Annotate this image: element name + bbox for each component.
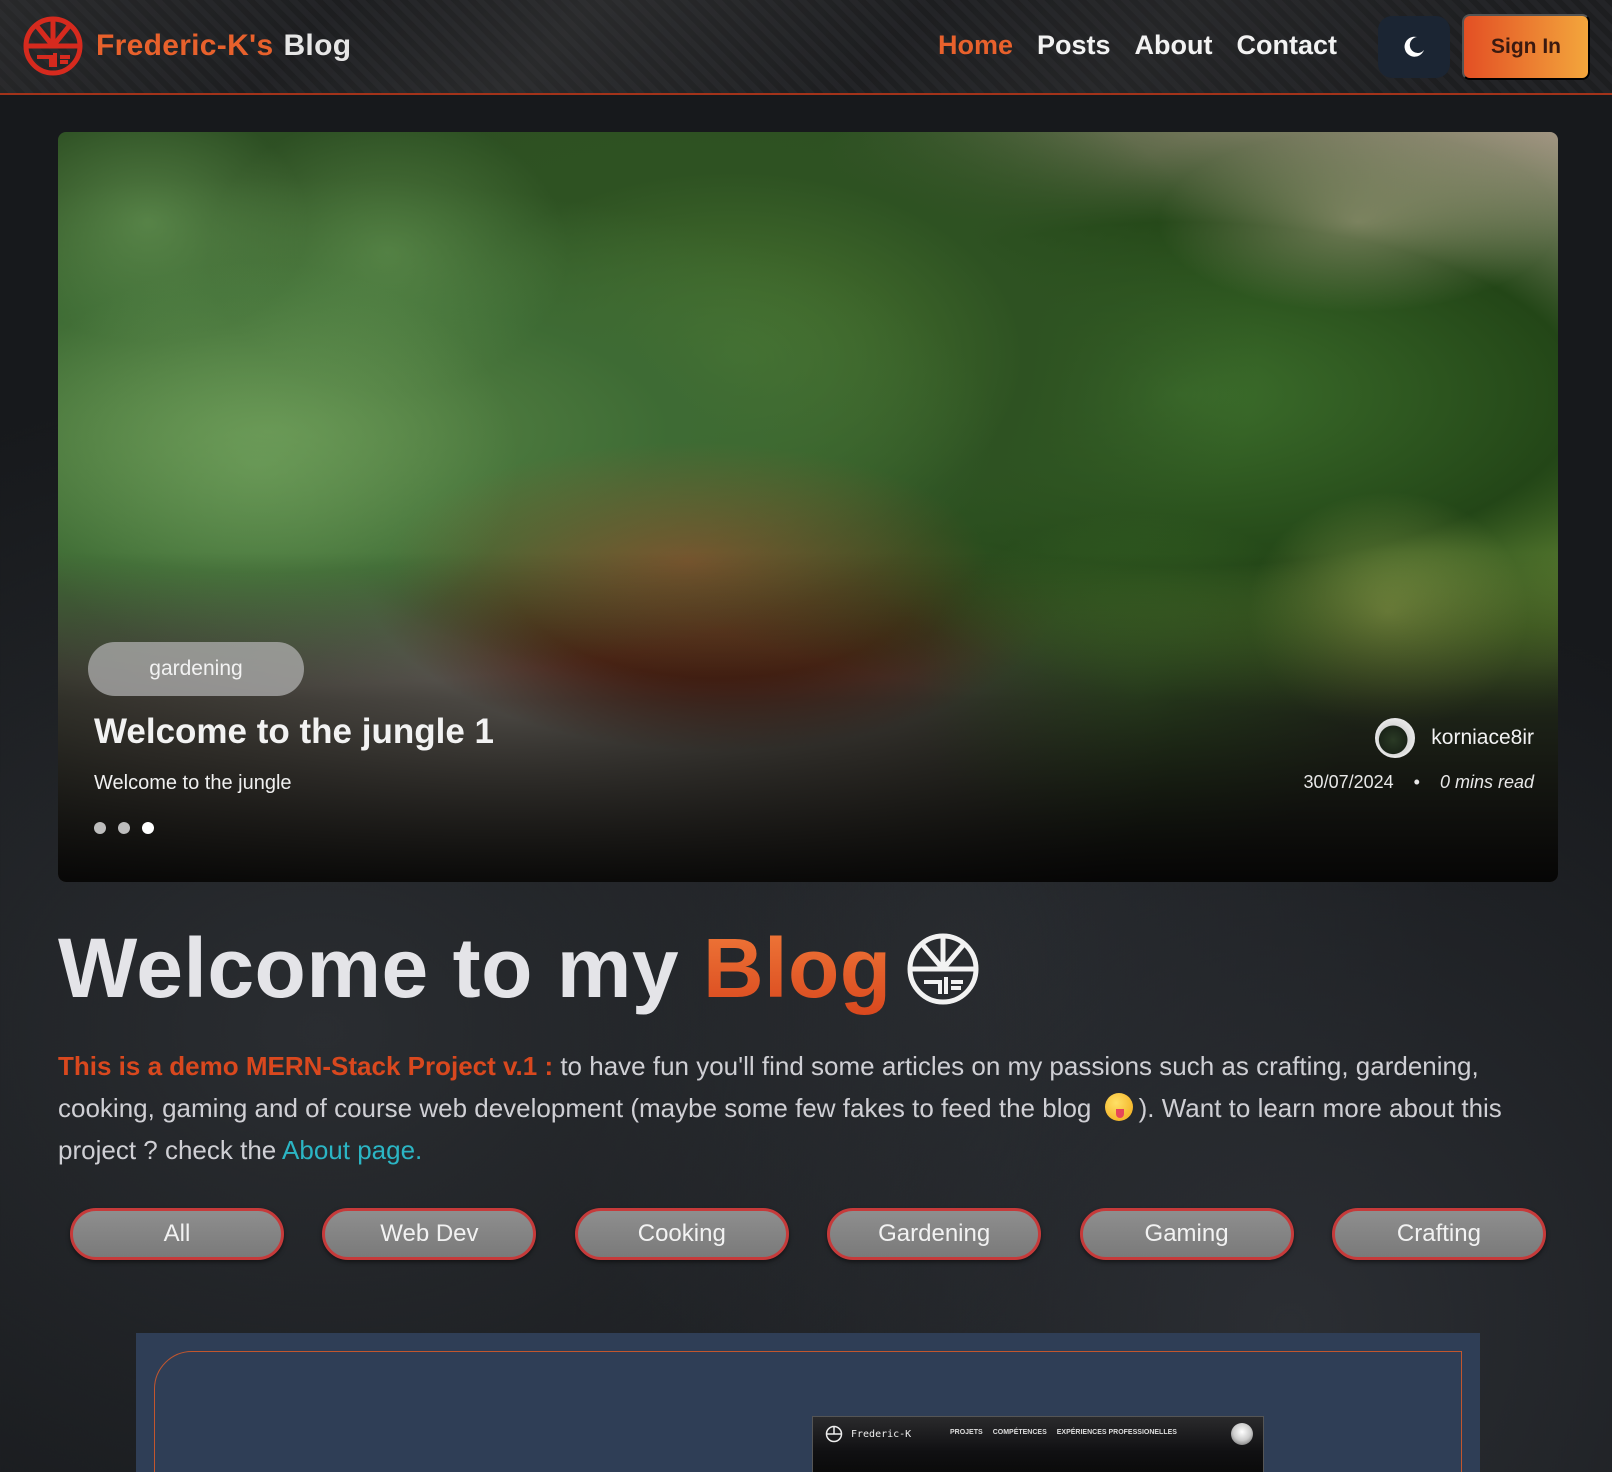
- nav-about[interactable]: About: [1135, 30, 1213, 61]
- nav-posts[interactable]: Posts: [1037, 30, 1111, 61]
- about-page-link[interactable]: About page.: [282, 1135, 422, 1165]
- post-date: 30/07/2024: [1303, 772, 1394, 792]
- hero-category-tag[interactable]: gardening: [88, 642, 304, 696]
- tongue-emoji-icon: [1104, 1093, 1133, 1121]
- author-avatar: [1375, 718, 1416, 758]
- preview-brand: Frederic-K: [825, 1425, 911, 1443]
- preview-nav: PROJETS COMPÉTENCES EXPÉRIENCES PROFESSI…: [950, 1429, 1177, 1436]
- hero-subtitle: Welcome to the jungle: [94, 772, 292, 794]
- carousel-dot-1[interactable]: [94, 822, 106, 834]
- moon-icon: [1404, 36, 1424, 57]
- brand-name-main: Frederic-K's: [96, 29, 274, 62]
- card-frame: [154, 1351, 1462, 1472]
- brand-mark-icon: [907, 933, 979, 1004]
- logo-icon: [23, 16, 83, 76]
- featured-post-card[interactable]: [136, 1333, 1480, 1472]
- category-crafting-button[interactable]: Crafting: [1331, 1208, 1546, 1260]
- main-nav: Home Posts About Contact: [938, 30, 1337, 61]
- category-filter-bar: All Web Dev Cooking Gardening Gaming Cra…: [70, 1208, 1546, 1260]
- carousel-indicators: [94, 822, 154, 834]
- category-cooking-button[interactable]: Cooking: [574, 1208, 789, 1260]
- post-preview-image[interactable]: Frederic-K PROJETS COMPÉTENCES EXPÉRIENC…: [812, 1416, 1264, 1472]
- navbar: Frederic-K's Blog Home Posts About Contac…: [0, 0, 1612, 95]
- carousel-dot-3[interactable]: [142, 822, 154, 834]
- category-gardening-button[interactable]: Gardening: [827, 1208, 1042, 1260]
- page-title-accent: Blog: [702, 921, 892, 1015]
- welcome-heading: Welcome to my Blog: [58, 920, 980, 1017]
- nav-home[interactable]: Home: [938, 30, 1013, 61]
- category-all-button[interactable]: All: [70, 1208, 284, 1260]
- preview-brand-name: Frederic-K: [851, 1428, 912, 1440]
- brand-name-suffix: Blog: [283, 29, 352, 62]
- category-gaming-button[interactable]: Gaming: [1079, 1208, 1294, 1260]
- hero-meta: 30/07/2024 • 0 mins read: [1304, 772, 1534, 793]
- hero-author: korniace8ir: [1375, 718, 1534, 758]
- nav-contact[interactable]: Contact: [1237, 30, 1338, 61]
- preview-nav-item: EXPÉRIENCES PROFESSIONELLES: [1056, 1429, 1177, 1436]
- hero-title[interactable]: Welcome to the jungle 1: [94, 712, 494, 752]
- preview-nav-item: PROJETS: [950, 1429, 983, 1436]
- category-webdev-button[interactable]: Web Dev: [322, 1208, 537, 1260]
- preview-avatar: [1231, 1423, 1253, 1445]
- brand-link[interactable]: Frederic-K's Blog: [22, 15, 351, 77]
- page-title-start: Welcome to my: [58, 921, 680, 1015]
- brand-name: Frederic-K's Blog: [96, 29, 351, 63]
- read-time: 0 mins read: [1439, 772, 1534, 792]
- intro-paragraph: This is a demo MERN-Stack Project v.1 : …: [58, 1045, 1558, 1171]
- page-title: Welcome to my Blog: [58, 920, 892, 1017]
- preview-logo-icon: [825, 1425, 843, 1443]
- meta-separator: •: [1413, 772, 1420, 792]
- sign-in-button[interactable]: Sign In: [1462, 14, 1590, 80]
- intro-highlight: This is a demo MERN-Stack Project v.1 :: [58, 1051, 554, 1081]
- preview-nav-item: COMPÉTENCES: [992, 1429, 1047, 1436]
- hero-carousel[interactable]: gardening Welcome to the jungle 1 Welcom…: [58, 132, 1558, 882]
- author-name: korniace8ir: [1431, 726, 1534, 749]
- theme-toggle-button[interactable]: [1378, 16, 1450, 78]
- carousel-dot-2[interactable]: [118, 822, 130, 834]
